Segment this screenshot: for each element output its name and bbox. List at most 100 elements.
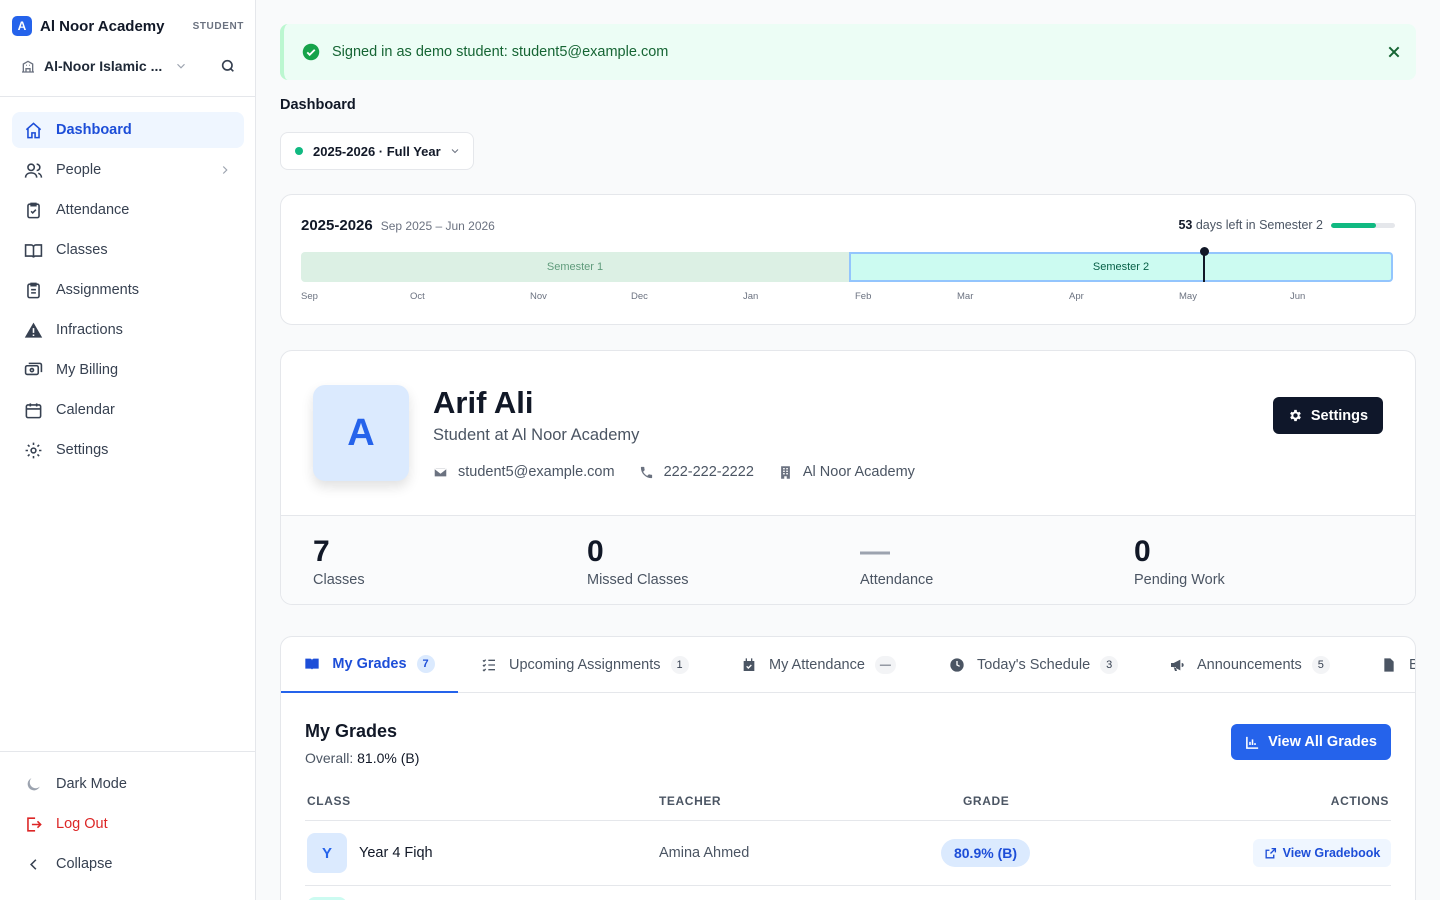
clock-icon	[950, 658, 964, 672]
tab-billing[interactable]: Bi	[1381, 637, 1415, 693]
tab-upcoming-assignments[interactable]: Upcoming Assignments 1	[481, 637, 689, 693]
clipboard-list-icon	[27, 282, 40, 298]
semester-2-segment[interactable]: Semester 2	[849, 252, 1393, 282]
logout-icon	[27, 816, 42, 832]
chevron-right-icon	[222, 166, 228, 174]
timeline-header: 2025-2026 Sep 2025 – Jun 2026	[301, 217, 495, 234]
sidebar-item-attendance[interactable]: Attendance	[12, 192, 244, 228]
view-all-label: View All Grades	[1268, 734, 1377, 750]
gear-icon	[1290, 409, 1301, 422]
days-left-text: 53 days left in Semester 2	[1178, 218, 1323, 232]
stat-missed-classes: 0 Missed Classes	[587, 534, 689, 588]
status-dot	[295, 147, 303, 155]
tab-my-attendance[interactable]: My Attendance —	[741, 637, 896, 693]
calendar-icon	[25, 402, 42, 418]
stat-label: Classes	[313, 572, 365, 588]
profile-settings-button[interactable]: Settings	[1273, 397, 1383, 434]
tab-my-grades[interactable]: My Grades 7	[281, 637, 458, 693]
email-text: student5@example.com	[458, 464, 615, 480]
sidebar-item-people[interactable]: People	[12, 152, 244, 188]
collapse-label: Collapse	[56, 856, 113, 872]
sidebar-item-dashboard[interactable]: Dashboard	[12, 112, 244, 148]
sidebar-item-classes[interactable]: Classes	[12, 232, 244, 268]
close-icon[interactable]	[1386, 44, 1402, 60]
column-header-actions: ACTIONS	[1330, 794, 1389, 808]
month-label: Mar	[957, 291, 974, 302]
column-header-teacher: TEACHER	[659, 794, 722, 808]
contact-info: student5@example.com 222-222-2222 Al Noo…	[433, 464, 939, 480]
moon-icon	[27, 777, 40, 790]
view-gradebook-button[interactable]: View Gradebook	[1253, 839, 1391, 867]
sidebar-item-label: Assignments	[56, 282, 140, 298]
calendar-check-icon	[743, 658, 755, 671]
document-icon	[1384, 658, 1394, 672]
stat-value: 7	[313, 535, 330, 568]
column-header-class: CLASS	[307, 794, 351, 808]
sidebar-item-label: Calendar	[56, 402, 115, 418]
tab-announcements[interactable]: Announcements 5	[1169, 637, 1330, 693]
page-title: Dashboard	[280, 97, 356, 113]
school-switcher[interactable]: Al-Noor Islamic ...	[20, 54, 238, 78]
today-marker-dot	[1199, 247, 1209, 256]
sidebar-item-calendar[interactable]: Calendar	[12, 392, 244, 428]
book-open-icon	[24, 243, 43, 258]
tab-label: Today's Schedule	[977, 657, 1091, 673]
stat-attendance: — Attendance	[860, 534, 933, 588]
academic-year-select[interactable]: 2025-2026 · Full Year	[280, 132, 474, 170]
grade-badge: 80.9% (B)	[941, 839, 1030, 867]
stat-value: —	[860, 535, 890, 568]
month-label: Feb	[855, 291, 872, 302]
tab-badge: 7	[416, 655, 435, 673]
home-icon	[25, 121, 42, 138]
semester-1-segment[interactable]: Semester 1	[301, 252, 849, 282]
brand-logo: A	[12, 16, 32, 36]
stat-value: 0	[587, 535, 604, 568]
contact-email: student5@example.com	[433, 464, 615, 480]
dark-mode-toggle[interactable]: Dark Mode	[12, 766, 244, 802]
sidebar-item-billing[interactable]: My Billing	[12, 352, 244, 388]
list-check-icon	[482, 659, 495, 672]
sidebar-item-settings[interactable]: Settings	[12, 432, 244, 468]
view-all-grades-button[interactable]: View All Grades	[1231, 724, 1391, 760]
logout-button[interactable]: Log Out	[12, 806, 244, 842]
school-name: Al-Noor Islamic ...	[44, 58, 163, 74]
semester-progress-bar	[1331, 223, 1395, 228]
megaphone-icon	[1171, 659, 1184, 671]
users-icon	[24, 162, 43, 178]
student-subtitle: Student at Al Noor Academy	[433, 426, 640, 444]
stats-row: 7 Classes 0 Missed Classes — Attendance …	[281, 515, 1415, 604]
stat-pending-work: 0 Pending Work	[1134, 534, 1225, 588]
academic-year-value: 2025-2026 · Full Year	[313, 143, 441, 159]
sidebar-divider	[0, 96, 256, 97]
month-label: Sep	[301, 291, 318, 302]
tab-badge: 5	[1311, 656, 1330, 674]
sidebar-item-label: Attendance	[56, 202, 130, 218]
teacher-name: Amina Ahmed	[659, 845, 750, 861]
profile-card: A Arif Ali Student at Al Noor Academy st…	[280, 350, 1416, 605]
days-left-count: 53	[1178, 218, 1193, 232]
sidebar-item-label: Infractions	[56, 322, 123, 338]
brand[interactable]: A Al Noor Academy STUDENT	[12, 16, 244, 36]
month-label: May	[1179, 291, 1197, 302]
view-gradebook-label: View Gradebook	[1282, 846, 1381, 860]
sidebar-nav: Dashboard People Attendance Classes Assi…	[12, 112, 244, 472]
timeline-months: Sep Oct Nov Dec Jan Feb Mar Apr May Jun	[301, 291, 1393, 305]
contact-school: Al Noor Academy	[778, 464, 915, 480]
role-badge: STUDENT	[192, 20, 244, 32]
stat-value: 0	[1134, 535, 1151, 568]
school-building-icon	[22, 60, 34, 73]
tab-badge: 1	[670, 656, 689, 674]
stat-label: Missed Classes	[587, 572, 689, 588]
sidebar-item-assignments[interactable]: Assignments	[12, 272, 244, 308]
collapse-button[interactable]: Collapse	[12, 846, 244, 882]
academic-timeline-card: 2025-2026 Sep 2025 – Jun 2026 53 days le…	[280, 194, 1416, 325]
tab-todays-schedule[interactable]: Today's Schedule 3	[949, 637, 1119, 693]
days-left-label: days left in Semester 2	[1195, 218, 1323, 232]
month-label: Dec	[631, 291, 648, 302]
semester-progress-fill	[1331, 223, 1376, 228]
dashboard-tabs: My Grades 7 Upcoming Assignments 1 My At…	[281, 637, 1415, 693]
sidebar-item-infractions[interactable]: Infractions	[12, 312, 244, 348]
month-label: Nov	[530, 291, 547, 302]
search-button[interactable]	[218, 56, 238, 76]
today-marker	[1203, 252, 1205, 282]
